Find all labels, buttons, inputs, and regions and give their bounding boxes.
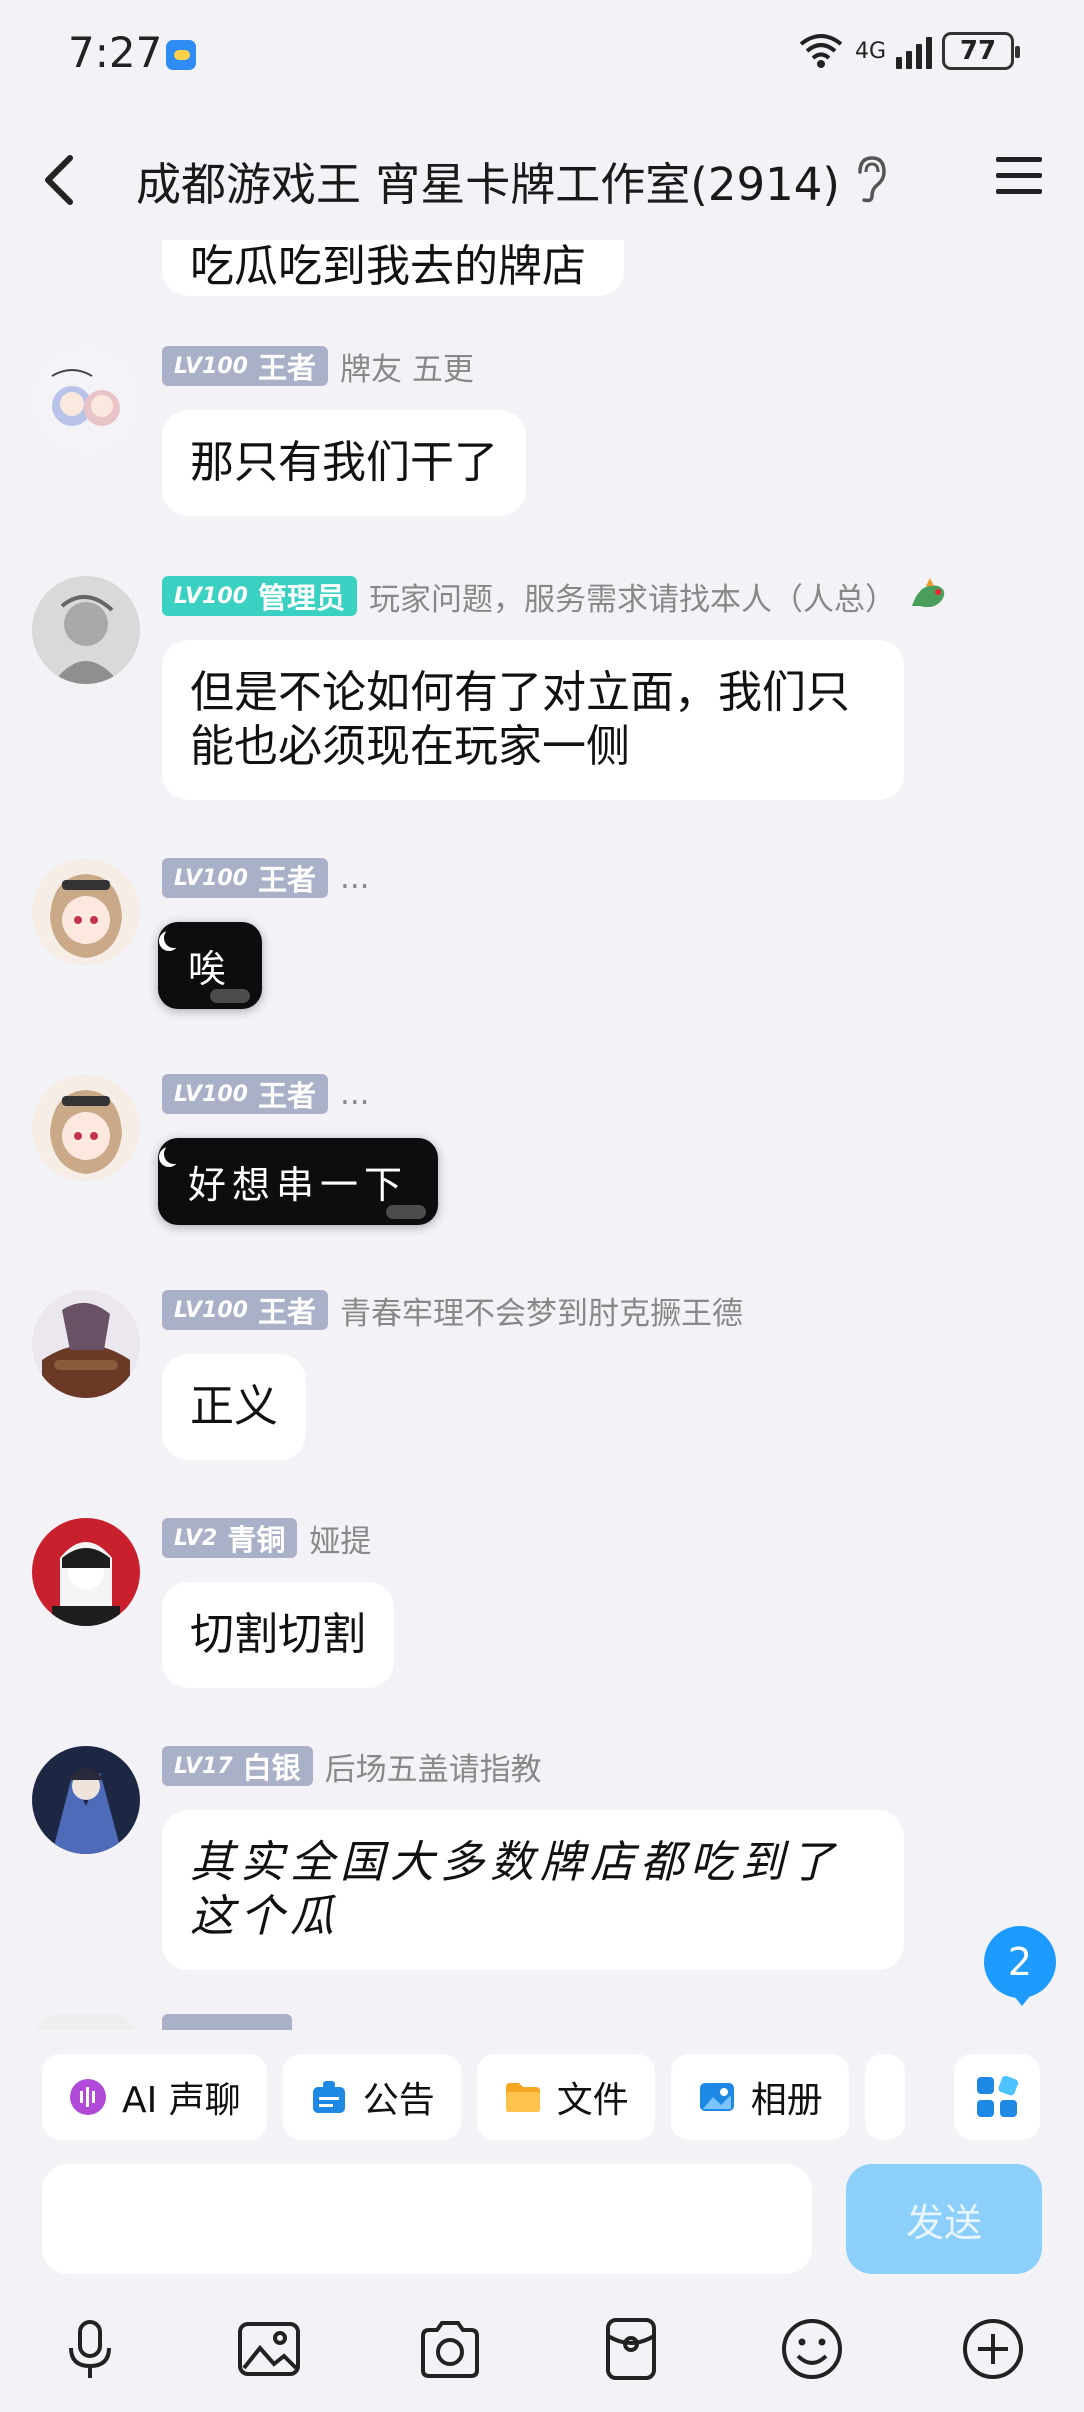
message-item: LV100 王者 ... 好想串一下 xyxy=(0,1074,1084,1254)
plus-icon[interactable] xyxy=(958,2314,1028,2384)
message-item: LV100 管理员 玩家问题，服务需求请找本人（人总） 但是不论如何有了对立面，我… xyxy=(0,576,1084,806)
sender-nickname[interactable]: ... xyxy=(340,1076,370,1112)
more-quick-action[interactable] xyxy=(864,2054,905,2140)
unread-count-badge[interactable]: 2 xyxy=(984,1926,1056,2006)
chat-header: 成都游戏王 宵星卡牌工作室(2914) xyxy=(0,110,1084,250)
message-meta: LV17 白银 后场五盖请指教 xyxy=(162,1744,542,1789)
message-meta: LV2 青铜 娅提 xyxy=(162,1516,371,1561)
album-button[interactable]: 相册 xyxy=(670,2054,849,2140)
camera-icon[interactable] xyxy=(415,2314,485,2384)
sender-nickname[interactable]: 后场五盖请指教 xyxy=(325,1744,542,1789)
starry-message-bubble[interactable]: 好想串一下 xyxy=(158,1138,439,1225)
avatar[interactable] xyxy=(32,1746,140,1854)
message-meta: LV100 王者 青春牢理不会梦到肘克撅王德 xyxy=(162,1288,743,1333)
apps-grid-icon xyxy=(977,2075,1019,2117)
message-item-partial xyxy=(0,2014,1084,2030)
message-meta: LV100 王者 ... xyxy=(162,1074,370,1114)
message-item: LV100 王者 牌友 五更 那只有我们干了 xyxy=(0,346,1084,526)
message-bubble[interactable]: 切割切割 xyxy=(162,1582,394,1688)
dragon-icon xyxy=(911,578,945,608)
admin-badge: LV100 管理员 xyxy=(162,576,357,616)
send-button[interactable]: 发送 xyxy=(846,2164,1042,2274)
rank-badge xyxy=(162,2014,292,2030)
input-toolbar xyxy=(0,2300,1084,2400)
sender-nickname[interactable]: 青春牢理不会梦到肘克撅王德 xyxy=(340,1288,743,1333)
image-icon[interactable] xyxy=(234,2314,304,2384)
avatar[interactable] xyxy=(32,1518,140,1626)
signal-icon xyxy=(896,33,932,69)
avatar[interactable] xyxy=(32,858,140,966)
message-item: LV17 白银 后场五盖请指教 其实全国大多数牌店都吃到了这个瓜 xyxy=(0,1746,1084,1986)
battery-level: 77 xyxy=(959,36,997,66)
message-meta: LV100 管理员 玩家问题，服务需求请找本人（人总） xyxy=(162,574,950,619)
message-meta: LV100 王者 牌友 五更 xyxy=(162,344,474,389)
emoji-icon[interactable] xyxy=(777,2314,847,2384)
rank-badge: LV2 青铜 xyxy=(162,1518,298,1558)
quick-action-bar: AI 声聊 公告 文件 相册 xyxy=(42,2054,932,2140)
system-indicators: 4G 77 xyxy=(797,32,1020,70)
starry-message-bubble[interactable]: 唉 xyxy=(158,922,263,1009)
message-bubble[interactable]: 正义 xyxy=(162,1354,306,1460)
sender-nickname[interactable]: ... xyxy=(340,860,370,896)
album-icon xyxy=(699,2083,734,2111)
rank-badge: LV100 王者 xyxy=(162,1074,328,1114)
status-time: 7:27 xyxy=(68,28,163,77)
folder-icon xyxy=(505,2083,540,2112)
message-bubble[interactable]: 但是不论如何有了对立面，我们只能也必须现在玩家一侧 xyxy=(162,640,904,800)
apps-grid-button[interactable] xyxy=(954,2054,1040,2140)
rank-badge: LV100 王者 xyxy=(162,1290,328,1330)
message-item: LV2 青铜 娅提 切割切割 xyxy=(0,1518,1084,1718)
menu-icon[interactable] xyxy=(994,154,1044,198)
avatar[interactable] xyxy=(32,1290,140,1398)
status-bar: 7:27 4G 77 xyxy=(0,0,1084,110)
ear-icon[interactable] xyxy=(852,154,888,204)
message-bubble[interactable]: 那只有我们干了 xyxy=(162,410,526,516)
rank-badge: LV17 白银 xyxy=(162,1746,313,1786)
files-button[interactable]: 文件 xyxy=(476,2054,655,2140)
composer-panel: AI 声聊 公告 文件 相册 发送 xyxy=(0,2032,1084,2412)
sender-nickname[interactable]: 牌友 五更 xyxy=(340,344,474,389)
sender-nickname[interactable]: 娅提 xyxy=(309,1516,371,1561)
announcement-icon xyxy=(312,2081,345,2113)
sender-nickname[interactable]: 玩家问题，服务需求请找本人（人总） xyxy=(369,574,896,619)
battery-icon: 77 xyxy=(942,32,1020,70)
announcement-button[interactable]: 公告 xyxy=(282,2054,461,2140)
weather-icon xyxy=(166,40,196,70)
group-title[interactable]: 成都游戏王 宵星卡牌工作室(2914) xyxy=(136,148,840,213)
rank-badge: LV100 王者 xyxy=(162,858,328,898)
message-item: LV100 王者 青春牢理不会梦到肘克撅王德 正义 xyxy=(0,1290,1084,1490)
network-type: 4G xyxy=(854,38,886,64)
chat-message-list[interactable]: 吃瓜吃到我去的牌店 LV100 王者 牌友 五更 那只有我们干了 LV100 管理员… xyxy=(0,240,1084,2030)
rank-badge: LV100 王者 xyxy=(162,346,328,386)
message-bubble[interactable]: 其实全国大多数牌店都吃到了这个瓜 xyxy=(162,1810,904,1970)
avatar[interactable] xyxy=(32,2014,140,2030)
avatar[interactable] xyxy=(32,1074,140,1182)
wifi-icon xyxy=(799,34,843,68)
ai-voice-icon xyxy=(70,2079,106,2115)
ai-voice-chat-button[interactable]: AI 声聊 xyxy=(42,2054,267,2140)
avatar[interactable] xyxy=(32,346,140,454)
microphone-icon[interactable] xyxy=(55,2314,125,2384)
message-item: LV100 王者 ... 唉 xyxy=(0,858,1084,1038)
message-meta: LV100 王者 ... xyxy=(162,858,370,898)
message-input[interactable] xyxy=(42,2164,812,2274)
clipped-message-bubble: 吃瓜吃到我去的牌店 xyxy=(162,240,624,296)
avatar[interactable] xyxy=(32,576,140,684)
back-arrow-icon[interactable] xyxy=(30,140,90,220)
red-packet-icon[interactable] xyxy=(596,2314,666,2384)
